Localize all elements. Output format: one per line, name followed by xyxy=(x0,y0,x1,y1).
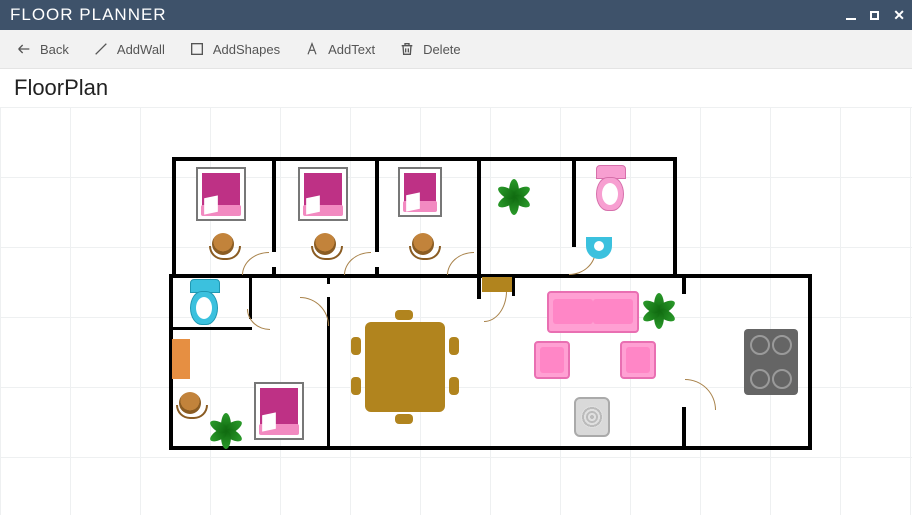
window-close-icon[interactable]: ✕ xyxy=(893,7,906,24)
wall[interactable] xyxy=(169,327,252,330)
chair-shape[interactable] xyxy=(212,233,234,255)
wall[interactable] xyxy=(477,274,481,299)
armchair-shape[interactable] xyxy=(620,341,656,379)
text-a-icon xyxy=(304,41,320,57)
door[interactable] xyxy=(447,252,474,275)
rug-shape[interactable] xyxy=(172,339,190,379)
toilet-shape[interactable] xyxy=(190,279,218,327)
door[interactable] xyxy=(344,252,371,275)
window-maximize-icon[interactable] xyxy=(870,7,879,23)
door[interactable] xyxy=(300,297,329,326)
wall[interactable] xyxy=(375,157,379,252)
bed-shape[interactable] xyxy=(254,382,304,440)
floor-plan-canvas[interactable] xyxy=(0,107,912,515)
wall[interactable] xyxy=(169,446,812,450)
arrow-left-icon xyxy=(16,41,32,57)
bed-shape[interactable] xyxy=(298,167,348,221)
counter-shape[interactable] xyxy=(482,277,512,292)
wall[interactable] xyxy=(512,274,515,296)
wall[interactable] xyxy=(673,157,677,277)
wall[interactable] xyxy=(272,157,276,252)
bed-shape[interactable] xyxy=(398,167,442,217)
square-icon xyxy=(189,41,205,57)
add-shapes-label: AddShapes xyxy=(213,42,280,57)
chair-shape[interactable] xyxy=(314,233,336,255)
wall[interactable] xyxy=(272,267,276,277)
add-text-label: AddText xyxy=(328,42,375,57)
wall[interactable] xyxy=(808,274,812,450)
add-shapes-button[interactable]: AddShapes xyxy=(177,35,292,63)
door[interactable] xyxy=(242,252,269,275)
app-title: FLOOR PLANNER xyxy=(10,5,167,25)
wall[interactable] xyxy=(572,157,576,247)
window-titlebar: FLOOR PLANNER ✕ xyxy=(0,0,912,30)
add-text-button[interactable]: AddText xyxy=(292,35,387,63)
toolbar: Back AddWall AddShapes AddText Delete xyxy=(0,30,912,69)
add-wall-label: AddWall xyxy=(117,42,165,57)
wall[interactable] xyxy=(682,274,686,294)
window-minimize-icon[interactable] xyxy=(846,7,856,23)
wall[interactable] xyxy=(477,157,481,277)
back-label: Back xyxy=(40,42,69,57)
appliance-shape[interactable] xyxy=(574,397,610,437)
armchair-shape[interactable] xyxy=(534,341,570,379)
bed-shape[interactable] xyxy=(196,167,246,221)
door[interactable] xyxy=(685,379,716,410)
sink-shape[interactable] xyxy=(586,237,612,259)
toilet-shape[interactable] xyxy=(596,165,624,213)
delete-label: Delete xyxy=(423,42,461,57)
plant-shape[interactable] xyxy=(210,405,242,437)
window-controls: ✕ xyxy=(846,7,906,24)
plant-shape[interactable] xyxy=(498,171,530,203)
chair-shape[interactable] xyxy=(412,233,434,255)
sofa-shape[interactable] xyxy=(547,291,639,333)
wall[interactable] xyxy=(375,267,379,277)
door[interactable] xyxy=(484,291,507,322)
floor-plan xyxy=(172,157,812,447)
dining-table-shape[interactable] xyxy=(365,322,445,412)
add-wall-button[interactable]: AddWall xyxy=(81,35,177,63)
back-button[interactable]: Back xyxy=(4,35,81,63)
page-title: FloorPlan xyxy=(0,69,912,107)
wall[interactable] xyxy=(682,407,686,449)
plant-shape[interactable] xyxy=(643,285,675,317)
chair-shape[interactable] xyxy=(179,392,201,414)
wall-line-icon xyxy=(93,41,109,57)
stove-shape[interactable] xyxy=(744,329,798,395)
trash-icon xyxy=(399,41,415,57)
wall[interactable] xyxy=(327,274,330,284)
wall[interactable] xyxy=(172,157,677,161)
delete-button[interactable]: Delete xyxy=(387,35,473,63)
wall[interactable] xyxy=(172,157,176,277)
